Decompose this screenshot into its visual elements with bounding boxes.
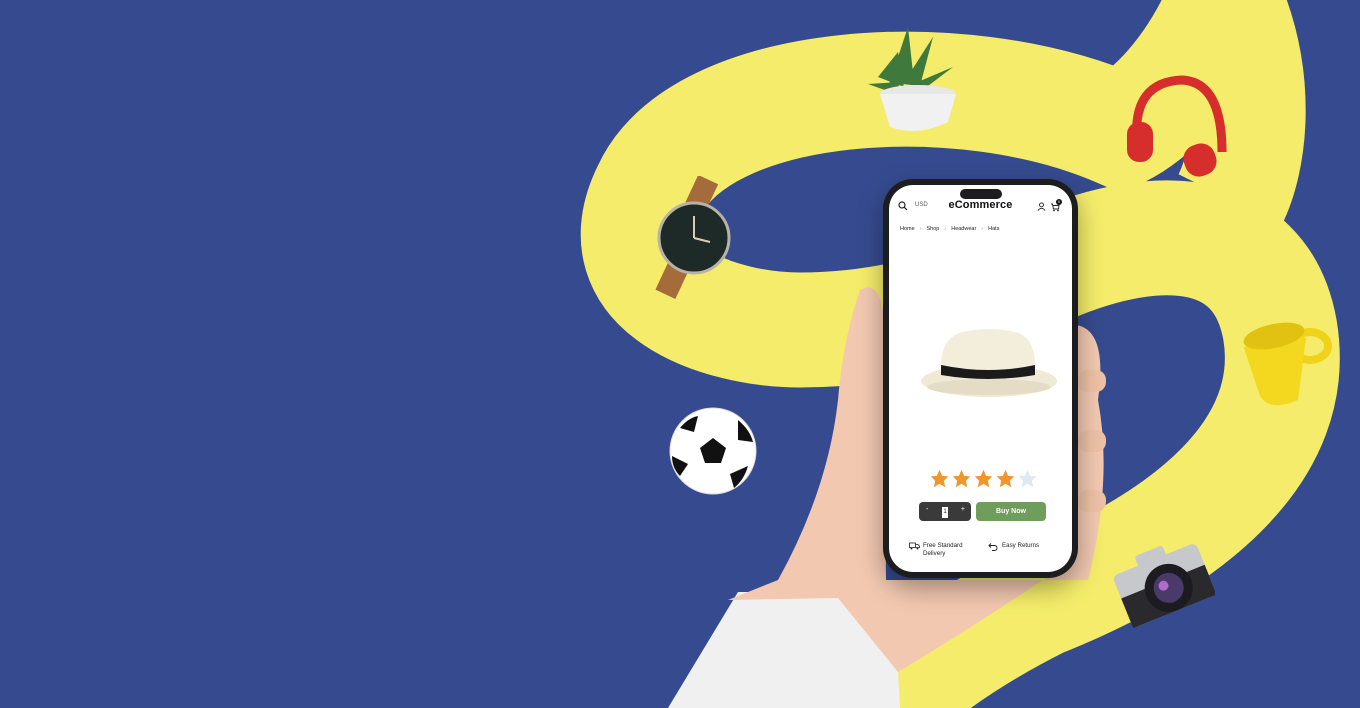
delivery-line-2: Delivery (923, 550, 946, 557)
app-header: USD eCommerce 0 (889, 198, 1072, 214)
star-icon (929, 468, 950, 489)
headphones-icon (1127, 75, 1227, 177)
smartphone: USD eCommerce 0 Home › Shop › Headwear › Hats (883, 179, 1078, 578)
star-empty-icon (1017, 468, 1038, 489)
cart-count-badge: 0 (1056, 199, 1062, 205)
truck-icon (909, 542, 920, 550)
hero-banner: USD eCommerce 0 Home › Shop › Headwear › Hats (0, 0, 1360, 708)
breadcrumb-home[interactable]: Home (900, 226, 915, 232)
quantity-decrease-button[interactable]: - (926, 506, 928, 513)
quantity-field[interactable]: 1 (942, 507, 948, 518)
breadcrumb-hats: Hats (988, 226, 1000, 232)
phone-screen: USD eCommerce 0 Home › Shop › Headwear › Hats (889, 185, 1072, 572)
product-rating (929, 468, 1039, 490)
breadcrumb-shop[interactable]: Shop (927, 226, 940, 232)
breadcrumb: Home › Shop › Headwear › Hats (900, 226, 1000, 232)
return-icon (988, 543, 998, 551)
mug-icon (1243, 322, 1332, 406)
plant-icon (868, 27, 956, 131)
camera-icon (1114, 544, 1215, 629)
star-icon (995, 468, 1016, 489)
free-delivery-info: Free Standard Delivery (909, 542, 963, 558)
user-icon[interactable] (1037, 202, 1046, 211)
buy-now-button[interactable]: Buy Now (976, 502, 1046, 521)
easy-returns-info: Easy Returns (988, 542, 1039, 551)
product-image-hat (921, 329, 1057, 397)
star-icon (973, 468, 994, 489)
quantity-increase-button[interactable]: + (961, 506, 965, 513)
breadcrumb-headwear[interactable]: Headwear (951, 226, 976, 232)
star-icon (951, 468, 972, 489)
quantity-stepper: - 1 + (919, 502, 971, 521)
